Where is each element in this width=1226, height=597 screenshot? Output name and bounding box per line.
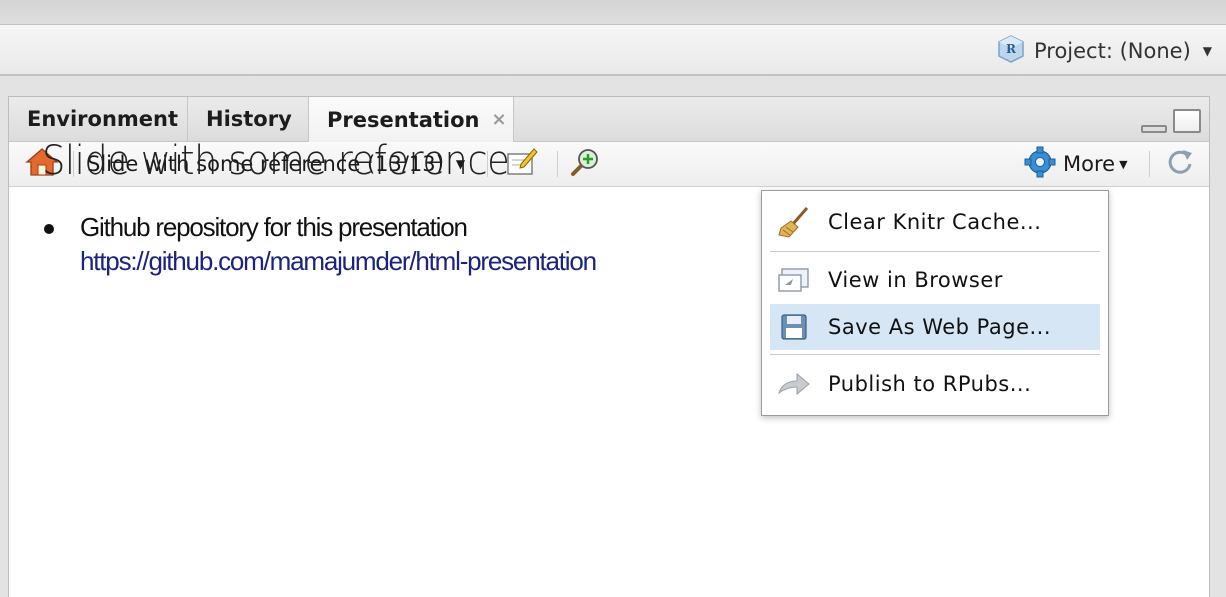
close-icon[interactable]: × [492,109,507,130]
menu-item-clear-knitr-cache[interactable]: Clear Knitr Cache... [770,199,1100,245]
edit-icon [505,147,539,181]
menu-item-label: Publish to RPubs... [828,372,1032,396]
more-label: More [1063,152,1116,176]
refresh-button[interactable] [1165,142,1195,186]
refresh-icon [1165,147,1195,181]
menu-item-label: Clear Knitr Cache... [828,210,1042,234]
project-label: Project: (None) [1033,39,1191,63]
menu-item-publish-to-rpubs[interactable]: Publish to RPubs... [770,361,1100,407]
minimize-pane-button[interactable] [1141,125,1167,133]
chevron-down-icon: ▼ [1202,44,1212,58]
menu-item-label: Save As Web Page... [828,315,1052,339]
tab-label: History [206,107,292,131]
menu-item-label: View in Browser [828,268,1003,292]
bullet-point [44,224,54,234]
tab-history[interactable]: History [188,97,309,141]
menu-item-view-in-browser[interactable]: View in Browser [770,257,1100,303]
svg-text:R: R [1006,42,1017,56]
pane-tab-bar: Environment History Presentation × [9,97,1209,142]
tab-presentation[interactable]: Presentation × [309,97,514,142]
tab-label: Presentation [327,107,480,132]
tab-environment[interactable]: Environment [9,97,188,141]
pane-window-controls [1141,109,1201,133]
slide-title: Slide with some reference [42,138,510,184]
tab-label: Environment [27,107,179,131]
gear-icon [1023,146,1057,183]
zoom-button[interactable] [569,142,603,186]
chevron-down-icon: ▼ [1119,157,1128,171]
publish-arrow-icon [776,368,812,400]
maximize-pane-button[interactable] [1173,109,1201,133]
broom-icon [776,206,812,238]
more-menu-button[interactable]: More ▼ [1023,142,1128,186]
zoom-icon [569,147,603,181]
save-icon [776,311,812,343]
bullet-item: Github repository for this presentation … [80,210,597,278]
more-dropdown-menu: Clear Knitr Cache... View in Browser Sav… [761,190,1109,416]
window-top-strip [0,0,1226,25]
bullet-text: Github repository for this presentation [80,212,468,242]
project-menu[interactable]: R Project: (None) ▼ [996,34,1212,69]
menu-item-save-as-web-page[interactable]: Save As Web Page... [770,304,1100,350]
browser-icon [776,264,812,296]
main-toolbar: R Project: (None) ▼ [0,25,1226,76]
edit-slides-button[interactable] [505,142,539,186]
r-project-icon: R [996,34,1026,69]
github-link[interactable]: https://github.com/mamajumder/html-prese… [80,244,597,278]
